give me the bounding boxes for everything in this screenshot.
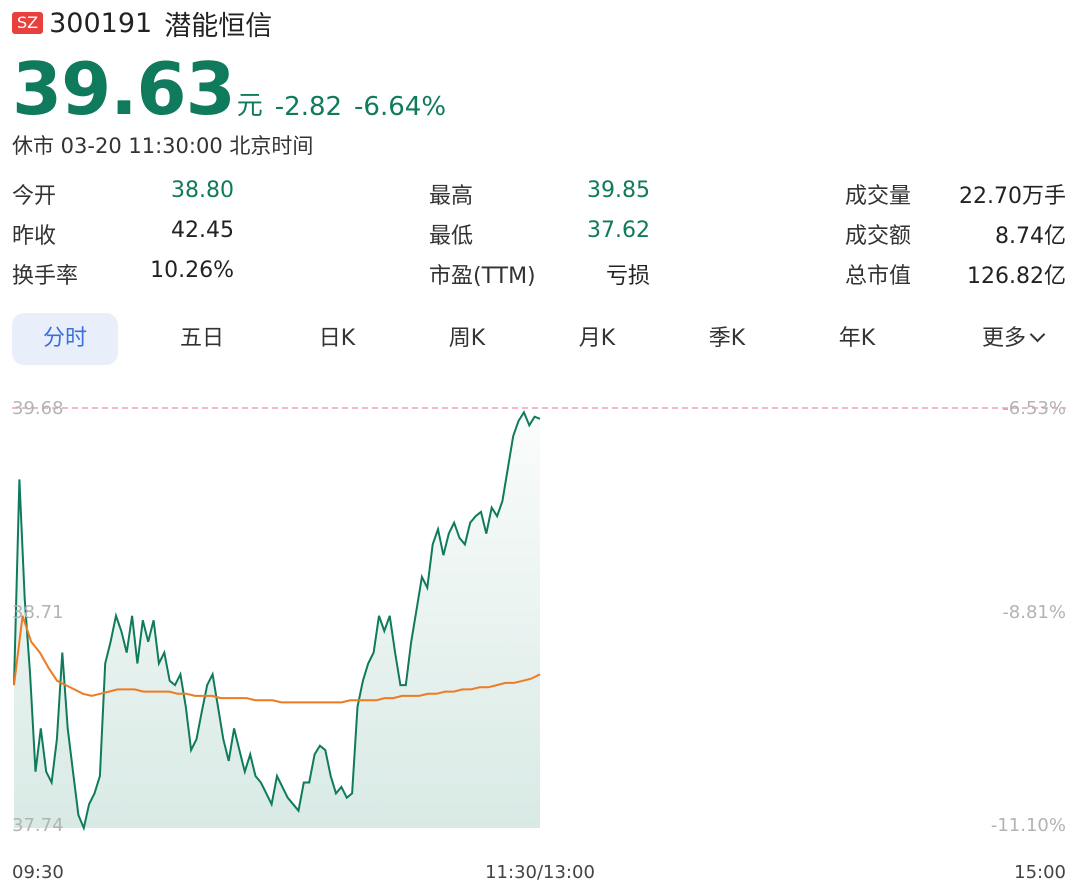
- tab-quarterly-k[interactable]: 季K: [687, 313, 767, 365]
- price-change: -2.82: [274, 92, 343, 122]
- stat-value-pe: 亏损: [605, 264, 650, 289]
- current-price: 39.63: [12, 47, 236, 131]
- tab-daily-k[interactable]: 日K: [297, 313, 377, 365]
- y-left-tick-top: 39.68: [12, 398, 64, 419]
- y-right-tick-mid: -8.81%: [1002, 602, 1066, 623]
- stat-label-turnover-rate: 换手率: [12, 264, 79, 289]
- stat-value-turnover: 8.74亿: [995, 224, 1066, 249]
- tab-five-day[interactable]: 五日: [162, 313, 242, 365]
- stat-value-open: 38.80: [171, 178, 234, 203]
- stat-label-market-cap: 总市值: [845, 264, 912, 289]
- stock-quote-page: SZ 300191 潜能恒信 39.63 元 -2.82 -6.64% 休市 0…: [0, 0, 1080, 893]
- exchange-badge: SZ: [12, 12, 44, 34]
- x-tick-midday: 11:30/13:00: [485, 862, 595, 883]
- intraday-chart[interactable]: 39.68 38.71 37.74 -6.53% -8.81% -11.10% …: [0, 380, 1080, 893]
- stat-label-open: 今开: [12, 184, 57, 209]
- tab-more[interactable]: 更多: [957, 313, 1068, 365]
- stat-label-turnover: 成交额: [845, 224, 912, 249]
- tab-monthly-k[interactable]: 月K: [557, 313, 637, 365]
- stock-name: 潜能恒信: [164, 10, 273, 42]
- y-right-tick-bottom: -11.10%: [991, 815, 1066, 836]
- stat-value-low: 37.62: [587, 218, 650, 243]
- stat-value-volume: 22.70万手: [959, 184, 1066, 209]
- tab-intraday[interactable]: 分时: [12, 313, 118, 365]
- stat-label-prev-close: 昨收: [12, 224, 57, 249]
- y-left-tick-mid: 38.71: [12, 602, 64, 623]
- stat-value-market-cap: 126.82亿: [967, 264, 1066, 289]
- period-tabs: 分时 五日 日K 周K 月K 季K 年K 更多: [12, 313, 1068, 365]
- stat-label-pe: 市盈(TTM): [429, 264, 536, 289]
- stat-label-low: 最低: [429, 224, 474, 249]
- x-tick-close: 15:00: [1014, 862, 1066, 883]
- stat-value-prev-close: 42.45: [171, 218, 234, 243]
- price-row: 39.63 元 -2.82 -6.64%: [12, 52, 446, 126]
- stat-label-volume: 成交量: [845, 184, 912, 209]
- stat-value-high: 39.85: [587, 178, 650, 203]
- y-right-tick-top: -6.53%: [1002, 398, 1066, 419]
- y-left-tick-bottom: 37.74: [12, 815, 64, 836]
- tab-more-label: 更多: [981, 326, 1026, 351]
- stock-title: SZ 300191 潜能恒信: [12, 6, 273, 42]
- x-tick-open: 09:30: [12, 862, 64, 883]
- price-change-percent: -6.64%: [354, 92, 447, 122]
- price-unit: 元: [236, 91, 263, 121]
- tab-yearly-k[interactable]: 年K: [817, 313, 897, 365]
- tab-weekly-k[interactable]: 周K: [427, 313, 507, 365]
- stat-value-turnover-rate: 10.26%: [150, 258, 234, 283]
- chevron-down-icon: [1029, 326, 1046, 343]
- stock-code: 300191: [49, 7, 153, 39]
- market-status: 休市 03-20 11:30:00 北京时间: [12, 134, 314, 158]
- price-area-fill: [14, 412, 540, 828]
- stat-label-high: 最高: [429, 184, 474, 209]
